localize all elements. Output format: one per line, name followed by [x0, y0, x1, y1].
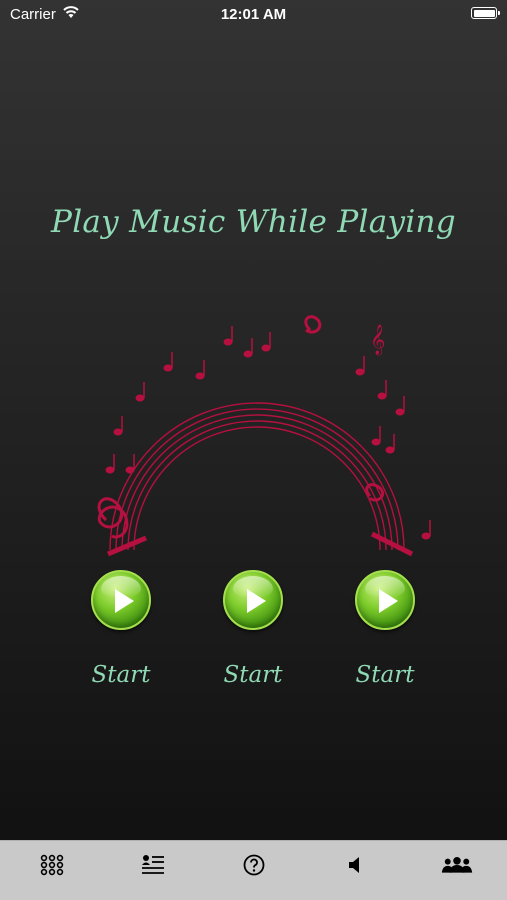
speaker-icon: [349, 857, 359, 873]
start-button-3[interactable]: [355, 570, 415, 630]
tab-list[interactable]: [138, 853, 168, 877]
tab-help[interactable]: [239, 853, 269, 877]
start-button-1[interactable]: [91, 570, 151, 630]
play-icon: [115, 589, 134, 613]
clock: 12:01 AM: [220, 6, 287, 23]
tab-community[interactable]: [441, 853, 473, 877]
status-bar: Carrier 12:01 AM: [0, 0, 507, 30]
tab-sound[interactable]: [340, 853, 370, 877]
grid-icon: [40, 854, 64, 876]
svg-text:𝄞: 𝄞: [370, 324, 385, 356]
music-staff-arc-illustration: 𝄞: [97, 315, 431, 557]
group-icon: [441, 857, 473, 873]
play-icon: [247, 589, 266, 613]
tab-bar: [0, 840, 507, 900]
play-icon: [379, 589, 398, 613]
page-title: Play Music While Playing: [51, 204, 456, 240]
start-label-2[interactable]: Start: [203, 662, 303, 688]
start-button-2[interactable]: [223, 570, 283, 630]
help-icon: [243, 854, 265, 876]
tab-grid[interactable]: [37, 853, 67, 877]
battery-icon: [471, 7, 500, 19]
start-label-3[interactable]: Start: [335, 662, 435, 688]
list-icon: [142, 855, 164, 874]
start-label-1[interactable]: Start: [71, 662, 171, 688]
